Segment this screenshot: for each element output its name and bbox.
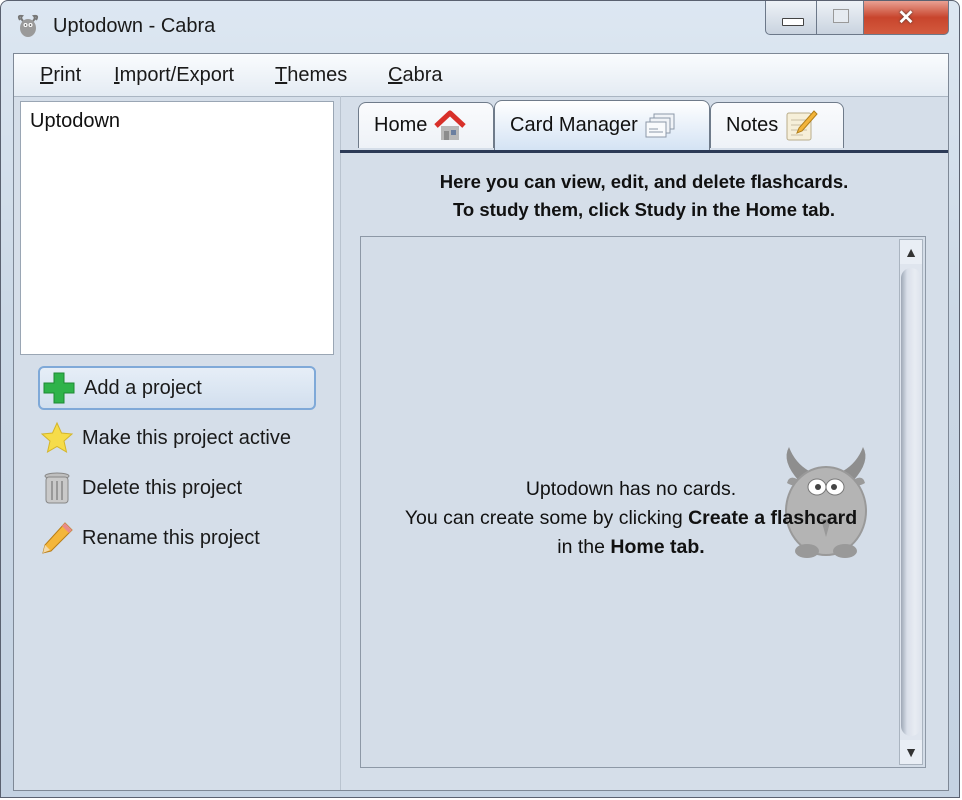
- create-flashcard-hint: Create a flashcard: [688, 507, 858, 529]
- minimize-button[interactable]: [765, 1, 817, 35]
- delete-project-button[interactable]: Delete this project: [38, 466, 316, 510]
- empty-line-2-text: You can create some by clicking: [404, 507, 689, 529]
- close-icon: ✕: [897, 7, 915, 29]
- star-icon: [38, 419, 76, 457]
- scroll-up-arrow-icon[interactable]: ▲: [900, 240, 922, 264]
- notepad-icon: [784, 109, 818, 143]
- maximize-button[interactable]: [816, 1, 864, 35]
- app-window: Uptodown - Cabra ✕ Print Import/Export T…: [0, 0, 960, 798]
- maximize-icon: [833, 9, 849, 23]
- tab-underline: [340, 150, 948, 153]
- client-area: Print Import/Export Themes Cabra Uptodow…: [13, 53, 949, 791]
- tab-home[interactable]: Home: [358, 102, 494, 148]
- tab-card-manager[interactable]: Card Manager: [494, 100, 710, 150]
- menu-mnemonic: C: [388, 64, 403, 86]
- window-title: Uptodown - Cabra: [53, 15, 216, 37]
- menu-mnemonic: P: [40, 64, 54, 86]
- plus-icon: [40, 369, 78, 407]
- card-list-area[interactable]: Uptodown has no cards. You can create so…: [360, 236, 926, 768]
- menu-themes[interactable]: Themes: [275, 64, 347, 87]
- scroll-down-arrow-icon[interactable]: ▼: [900, 740, 922, 764]
- title-bar[interactable]: Uptodown - Cabra ✕: [1, 1, 959, 51]
- vertical-scrollbar[interactable]: ▲ ▼: [899, 239, 923, 765]
- empty-line-3: in the Home tab.: [361, 533, 901, 562]
- card-manager-info: Here you can view, edit, and delete flas…: [340, 168, 948, 224]
- home-tab-hint: Home tab.: [610, 536, 705, 558]
- menu-bar: Print Import/Export Themes Cabra: [14, 54, 948, 97]
- rename-project-label: Rename this project: [82, 526, 260, 549]
- make-active-button[interactable]: Make this project active: [38, 416, 316, 460]
- menu-label: abra: [402, 64, 443, 86]
- tab-home-label: Home: [374, 114, 428, 136]
- minimize-icon: [782, 18, 804, 26]
- empty-cards-message: Uptodown has no cards. You can create so…: [361, 475, 901, 562]
- scrollbar-thumb[interactable]: [901, 268, 921, 736]
- main-pane: Home Card Manager Notes Here you can vie…: [340, 96, 948, 790]
- empty-line-3-text: in the: [557, 536, 611, 558]
- add-project-button[interactable]: Add a project: [38, 366, 316, 410]
- project-list[interactable]: Uptodown: [20, 101, 334, 355]
- projects-pane: Uptodown Add a project Make this project…: [14, 96, 341, 790]
- menu-import-export[interactable]: Import/Export: [114, 64, 234, 87]
- menu-label: hemes: [287, 64, 348, 86]
- goat-app-icon: [17, 14, 39, 37]
- empty-line-1: Uptodown has no cards.: [525, 478, 737, 500]
- delete-project-label: Delete this project: [82, 476, 243, 499]
- pencil-icon: [38, 519, 76, 557]
- trash-icon: [38, 469, 76, 507]
- menu-label: rint: [53, 64, 82, 86]
- menu-mnemonic: T: [275, 64, 288, 86]
- menu-label: mport/Export: [119, 64, 235, 86]
- cards-icon: [644, 109, 678, 143]
- info-line-1: Here you can view, edit, and delete flas…: [439, 171, 849, 192]
- add-project-label: Add a project: [84, 376, 202, 399]
- rename-project-button[interactable]: Rename this project: [38, 516, 316, 560]
- menu-print[interactable]: Print: [40, 64, 81, 87]
- empty-line-2: You can create some by clicking Create a…: [361, 504, 901, 533]
- menu-cabra[interactable]: Cabra: [388, 64, 442, 87]
- house-icon: [433, 109, 467, 143]
- make-active-label: Make this project active: [82, 426, 291, 449]
- tab-card-manager-label: Card Manager: [510, 114, 638, 136]
- tab-notes[interactable]: Notes: [710, 102, 844, 148]
- project-list-item[interactable]: Uptodown: [30, 110, 120, 133]
- close-button[interactable]: ✕: [863, 1, 949, 35]
- info-line-2: To study them, click Study in the Home t…: [452, 199, 836, 220]
- tab-notes-label: Notes: [726, 114, 779, 136]
